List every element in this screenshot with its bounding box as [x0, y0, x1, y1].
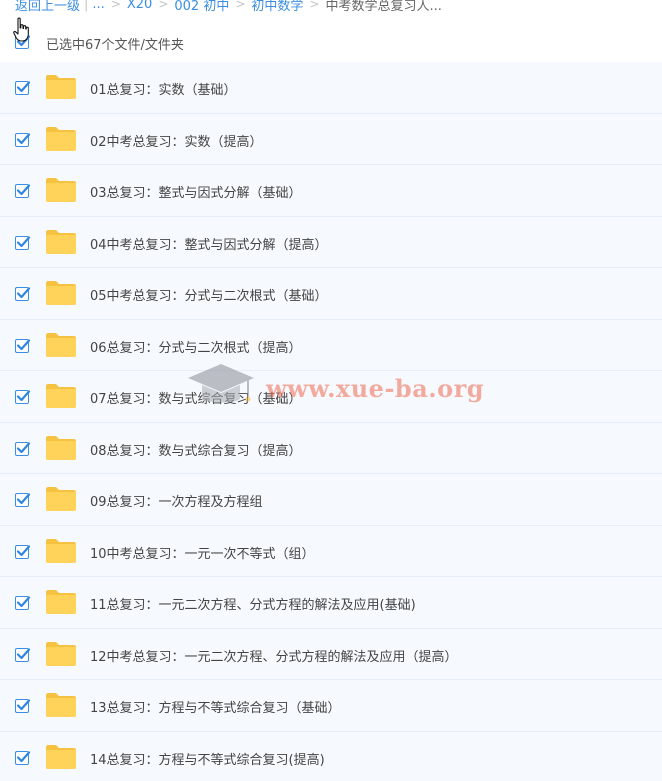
file-row[interactable]: 07总复习：数与式综合复习（基础）	[0, 371, 662, 423]
file-checkbox[interactable]	[15, 647, 31, 662]
breadcrumb-separator-icon: >	[110, 0, 121, 11]
folder-icon	[46, 641, 76, 666]
file-name[interactable]: 07总复习：数与式综合复习（基础）	[90, 388, 302, 407]
file-name[interactable]: 06总复习：分式与二次根式（提高）	[90, 337, 302, 356]
file-checkbox[interactable]	[15, 596, 31, 610]
folder-icon	[46, 178, 76, 202]
file-row[interactable]: 08总复习：数与式综合复习（提高）	[0, 422, 662, 474]
file-name[interactable]: 02中考总复习：实数（提高）	[90, 131, 263, 150]
checkmark-icon	[16, 132, 31, 144]
breadcrumb-separator-icon: >	[309, 0, 320, 11]
file-row[interactable]: 13总复习：方程与不等式综合复习（基础）	[0, 680, 662, 732]
checkmark-icon	[16, 596, 31, 608]
checkmark-icon	[16, 184, 31, 196]
file-name[interactable]: 11总复习：一元二次方程、分式方程的解法及应用(基础)	[90, 594, 416, 613]
folder-icon	[46, 693, 76, 717]
file-name[interactable]: 13总复习：方程与不等式综合复习（基础）	[90, 697, 341, 716]
file-checkbox[interactable]	[15, 390, 31, 404]
file-row[interactable]: 14总复习：方程与不等式综合复习(提高)	[0, 731, 662, 781]
file-name[interactable]: 09总复习：一次方程及方程组	[90, 491, 263, 510]
file-browser: 返回上一级 | ... > X20 > 002 初中 > 初中数学 > 中考数学…	[0, 0, 662, 781]
checkmark-icon	[16, 493, 31, 505]
folder-icon	[46, 590, 76, 614]
checkmark-icon	[16, 750, 31, 762]
checkmark-icon	[16, 699, 31, 711]
checkmark-icon	[16, 235, 31, 247]
checkmark-icon	[16, 287, 31, 299]
file-checkbox[interactable]	[15, 699, 31, 713]
folder-icon	[46, 435, 76, 460]
selection-header: 已选中67个文件/文件夹	[0, 28, 662, 56]
breadcrumb-item-junior-high[interactable]: 002 初中	[174, 0, 229, 14]
file-row[interactable]: 06总复习：分式与二次根式（提高）	[0, 319, 662, 371]
file-checkbox[interactable]	[15, 235, 31, 250]
breadcrumb-divider: |	[84, 0, 89, 12]
folder-icon	[46, 487, 76, 511]
file-name[interactable]: 12中考总复习：一元二次方程、分式方程的解法及应用（提高）	[90, 646, 458, 665]
file-row[interactable]: 11总复习：一元二次方程、分式方程的解法及应用(基础)	[0, 577, 662, 629]
breadcrumb-item-x20[interactable]: X20	[127, 0, 152, 12]
breadcrumb: 返回上一级 | ... > X20 > 002 初中 > 初中数学 > 中考数学…	[15, 0, 442, 14]
file-checkbox[interactable]	[15, 750, 31, 765]
file-checkbox[interactable]	[15, 287, 31, 301]
folder-icon	[46, 229, 76, 254]
breadcrumb-back-link[interactable]: 返回上一级	[15, 0, 80, 14]
checkmark-icon	[16, 441, 31, 453]
folder-icon	[46, 281, 76, 305]
file-checkbox[interactable]	[15, 338, 31, 353]
select-all-checkbox[interactable]	[15, 35, 31, 49]
checkmark-icon	[16, 35, 31, 47]
file-name[interactable]: 04中考总复习：整式与因式分解（提高）	[90, 234, 328, 253]
file-row[interactable]: 10中考总复习：一元一次不等式（组）	[0, 525, 662, 577]
file-row[interactable]: 05中考总复习：分式与二次根式（基础）	[0, 268, 662, 320]
file-list: 01总复习：实数（基础） 02中考总复习：实数（提高） 03总复习：整式与因式分解（…	[0, 62, 662, 781]
file-checkbox[interactable]	[15, 81, 31, 95]
folder-icon	[46, 126, 76, 151]
breadcrumb-separator-icon: >	[235, 0, 246, 11]
folder-icon	[46, 75, 76, 99]
checkmark-icon	[16, 390, 31, 402]
checkmark-icon	[16, 338, 31, 350]
file-checkbox[interactable]	[15, 493, 31, 507]
file-checkbox[interactable]	[15, 184, 31, 198]
breadcrumb-separator-icon: >	[158, 0, 169, 11]
file-row[interactable]: 04中考总复习：整式与因式分解（提高）	[0, 216, 662, 268]
folder-icon	[46, 384, 76, 408]
file-name[interactable]: 10中考总复习：一元一次不等式（组）	[90, 543, 315, 562]
file-name[interactable]: 05中考总复习：分式与二次根式（基础）	[90, 285, 328, 304]
folder-icon	[46, 332, 76, 357]
file-name[interactable]: 03总复习：整式与因式分解（基础）	[90, 182, 302, 201]
file-row[interactable]: 02中考总复习：实数（提高）	[0, 113, 662, 165]
folder-icon	[46, 538, 76, 563]
breadcrumb-item-math[interactable]: 初中数学	[251, 0, 303, 14]
file-row[interactable]: 03总复习：整式与因式分解（基础）	[0, 165, 662, 217]
file-name[interactable]: 08总复习：数与式综合复习（提高）	[90, 440, 302, 459]
checkmark-icon	[16, 544, 31, 556]
selection-count-label: 已选中67个文件/文件夹	[46, 38, 184, 53]
file-name[interactable]: 14总复习：方程与不等式综合复习(提高)	[90, 749, 325, 768]
file-row[interactable]: 09总复习：一次方程及方程组	[0, 474, 662, 526]
folder-icon	[46, 744, 76, 769]
file-checkbox[interactable]	[15, 544, 31, 559]
file-row[interactable]: 01总复习：实数（基础）	[0, 62, 662, 114]
file-checkbox[interactable]	[15, 441, 31, 456]
breadcrumb-current: 中考数学总复习人...	[325, 0, 442, 14]
breadcrumb-ellipsis-link[interactable]: ...	[92, 0, 104, 12]
checkmark-icon	[16, 81, 31, 93]
file-checkbox[interactable]	[15, 132, 31, 147]
checkmark-icon	[16, 647, 31, 659]
file-row[interactable]: 12中考总复习：一元二次方程、分式方程的解法及应用（提高）	[0, 628, 662, 680]
file-name[interactable]: 01总复习：实数（基础）	[90, 79, 237, 98]
